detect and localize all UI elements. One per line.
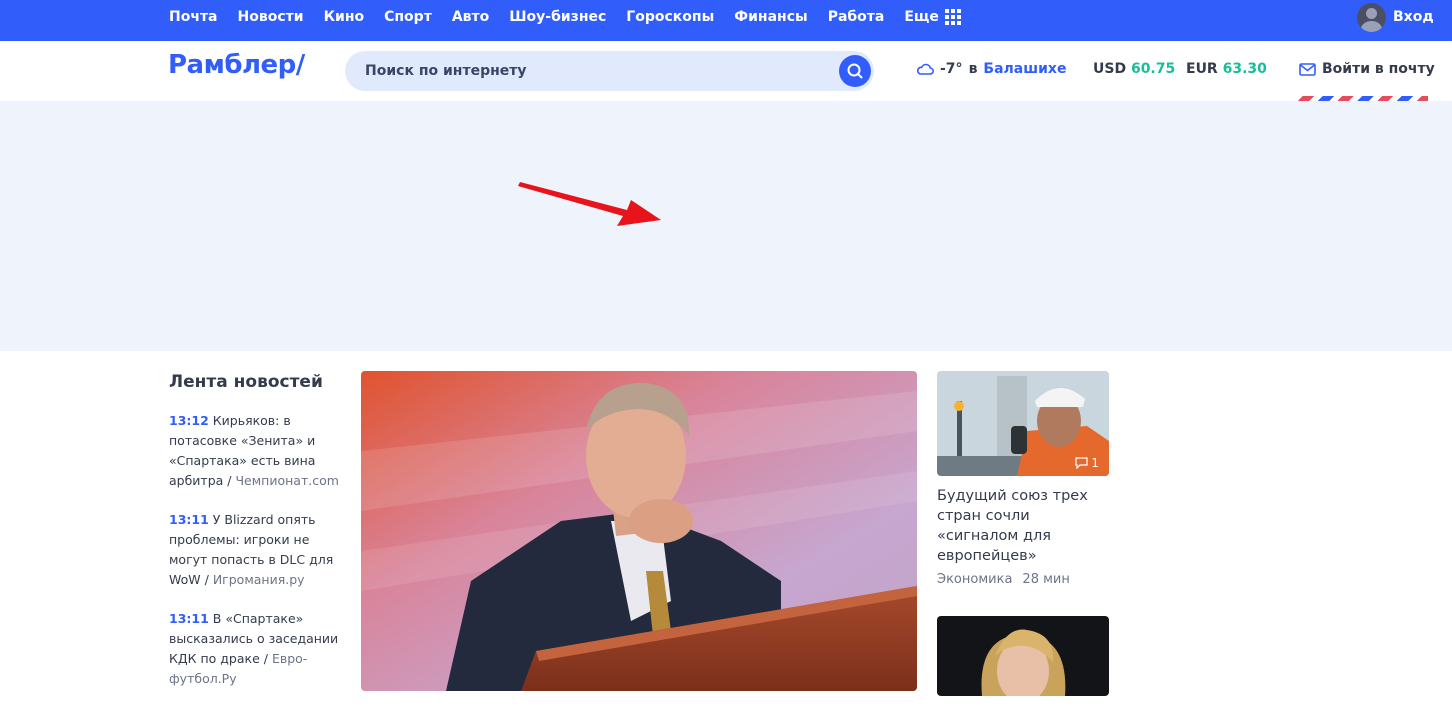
news-feed-title: Лента новостей xyxy=(169,372,323,392)
comment-icon xyxy=(1075,457,1088,469)
weather-temperature: -7° xyxy=(940,61,963,77)
currency-usd[interactable]: USD 60.75 xyxy=(1093,61,1175,77)
weather-widget[interactable]: -7° в Балашихе xyxy=(916,61,1066,77)
login-button[interactable]: Вход xyxy=(1357,2,1434,32)
cloud-icon xyxy=(916,63,934,75)
rambler-logo[interactable]: Рамблер/ xyxy=(168,50,305,80)
main-photo-image xyxy=(361,371,917,691)
red-arrow-annotation xyxy=(518,182,661,226)
news-card-meta: Экономика 28 мин xyxy=(937,572,1070,587)
news-feed-item[interactable]: 13:11 У Blizzard опять проблемы: игроки … xyxy=(169,510,344,590)
news-feed: Лента новостей 13:12 Кирьяков: в потасов… xyxy=(169,372,344,708)
news-card-image[interactable]: 1 xyxy=(937,371,1109,476)
news-card-time: 28 мин xyxy=(1022,572,1070,587)
news-time: 13:11 xyxy=(169,512,209,527)
comment-count-badge: 1 xyxy=(1075,456,1099,470)
ad-banner-area xyxy=(0,101,1452,351)
news-source: Чемпионат.com xyxy=(235,473,339,488)
top-nav-items: Почта Новости Кино Спорт Авто Шоу-бизнес… xyxy=(169,0,961,33)
more-menu-label: Еще xyxy=(904,8,939,25)
nav-item-showbiz[interactable]: Шоу-бизнес xyxy=(509,9,606,25)
top-navigation-bar: Почта Новости Кино Спорт Авто Шоу-бизнес… xyxy=(0,0,1452,41)
news-feed-item[interactable]: 13:11 В «Спартаке» высказались о заседан… xyxy=(169,609,344,689)
currency-code: USD xyxy=(1093,61,1127,77)
mail-login-button[interactable]: Войти в почту xyxy=(1299,61,1435,77)
nav-item-sport[interactable]: Спорт xyxy=(384,9,432,25)
news-time: 13:12 xyxy=(169,413,209,428)
weather-city[interactable]: Балашихе xyxy=(983,61,1066,77)
nav-item-jobs[interactable]: Работа xyxy=(828,9,885,25)
nav-item-horoscopes[interactable]: Гороскопы xyxy=(626,9,714,25)
search-button[interactable] xyxy=(839,55,871,87)
main-news-photo[interactable] xyxy=(361,371,917,691)
search-input[interactable] xyxy=(365,51,835,91)
currency-value: 63.30 xyxy=(1222,61,1267,77)
currency-eur[interactable]: EUR 63.30 xyxy=(1186,61,1267,77)
mail-login-label: Войти в почту xyxy=(1322,61,1435,77)
login-label: Вход xyxy=(1393,9,1434,25)
news-time: 13:11 xyxy=(169,611,209,626)
news-card-photo xyxy=(937,616,1109,696)
nav-item-cinema[interactable]: Кино xyxy=(324,9,365,25)
news-card-category[interactable]: Экономика xyxy=(937,572,1012,587)
nav-item-news[interactable]: Новости xyxy=(238,9,304,25)
search-icon xyxy=(847,63,863,79)
envelope-icon xyxy=(1299,62,1316,76)
apps-grid-icon xyxy=(944,8,961,25)
news-source: Игромания.ру xyxy=(212,572,305,587)
currency-code: EUR xyxy=(1186,61,1218,77)
header-bar: Рамблер/ -7° в Балашихе USD 60.75 EUR 63… xyxy=(0,41,1452,101)
comment-count: 1 xyxy=(1091,456,1099,470)
nav-item-finance[interactable]: Финансы xyxy=(734,9,807,25)
news-card-title[interactable]: Будущий союз трех стран сочли «сигналом … xyxy=(937,486,1109,566)
nav-item-auto[interactable]: Авто xyxy=(452,9,489,25)
currency-value: 60.75 xyxy=(1130,61,1176,77)
more-menu-button[interactable]: Еще xyxy=(904,8,961,25)
weather-preposition: в xyxy=(968,61,978,77)
nav-item-mail[interactable]: Почта xyxy=(169,9,218,25)
user-avatar-icon xyxy=(1357,2,1386,32)
news-card-image[interactable] xyxy=(937,616,1109,696)
news-feed-item[interactable]: 13:12 Кирьяков: в потасовке «Зенита» и «… xyxy=(169,411,344,491)
search-box xyxy=(345,51,874,91)
